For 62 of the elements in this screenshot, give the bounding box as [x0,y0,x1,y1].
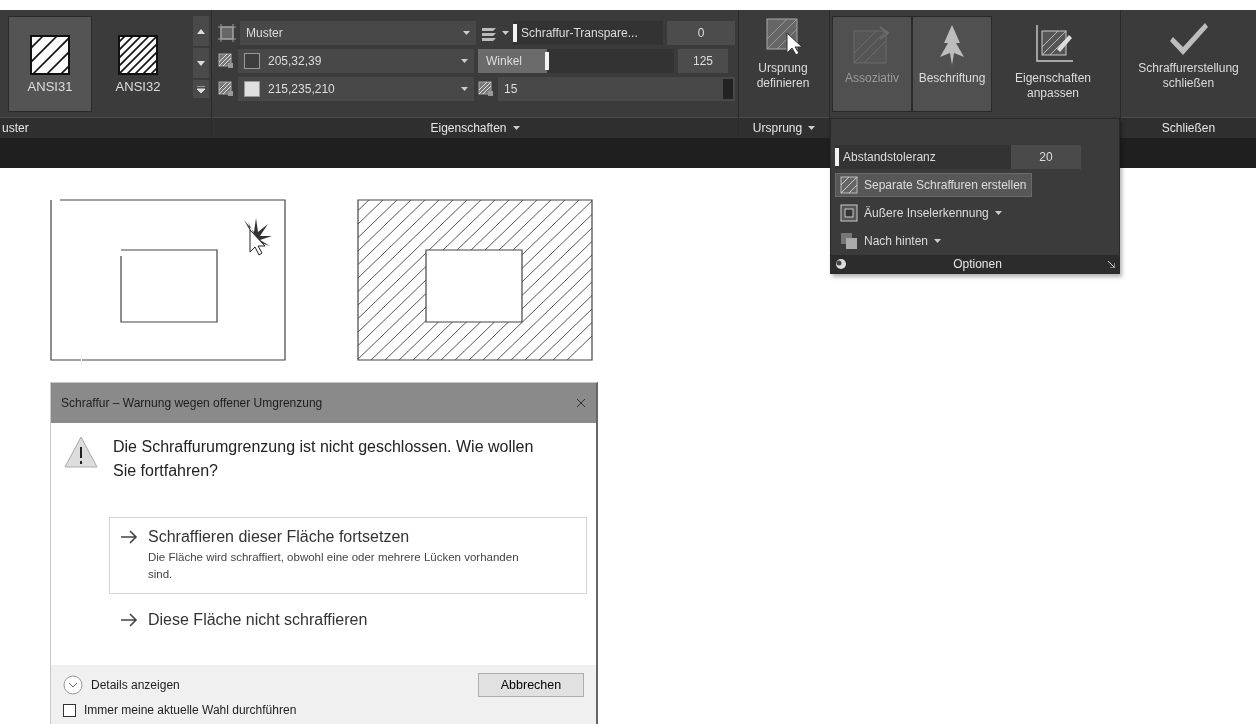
option-button[interactable]: Beschriftung [912,16,992,112]
caret-icon [808,126,816,130]
slider-field[interactable]: Schraffur-Transpare... [513,20,663,45]
pattern-button[interactable]: ANSI31 [8,16,92,112]
option-item[interactable]: Nach hinten [835,229,947,253]
pattern-color-dropdown[interactable]: 205,32,39 [238,48,474,73]
origin-hatch-icon [763,17,803,57]
expand-icon[interactable] [63,675,83,695]
slider-field[interactable]: Winkel [478,48,674,73]
scroll-down-button[interactable] [193,48,209,78]
dialog-title: Schraffur – Warnung wegen offener Umgrenzung [61,396,324,410]
expand-gallery-button[interactable] [193,80,209,98]
caret-icon [512,126,520,130]
hatch-pattern-icon [118,34,158,75]
down-arrow-icon [197,60,205,66]
pattern-color-icon [218,52,234,69]
details-toggle[interactable]: Details anzeigen [91,678,180,692]
set-origin-button[interactable]: Ursprung definieren [739,10,827,117]
transparency-value[interactable]: 0 [667,20,735,45]
caret-icon [502,30,509,35]
separate-hatch-icon [840,176,858,194]
angle-value[interactable]: 125 [678,48,728,73]
up-arrow-icon [197,28,205,34]
cancel-button[interactable]: Abbrechen [478,673,584,697]
caret-icon [463,30,470,35]
hatch-type-dropdown[interactable]: Muster [240,20,476,45]
command-link[interactable]: Schraffieren dieser Fläche fortsetzen Die Fläche wird schraffiert, obwohl eine oder mehrere Lücken vorhanden sind. [109,517,587,594]
option-button[interactable]: Eigenschaften anpassen [992,16,1114,112]
arrow-icon [120,528,138,546]
color-swatch [244,80,260,97]
panel-title: uster [2,121,29,135]
scale-icon [478,80,494,97]
caret-icon [994,211,1002,215]
island-detection-icon [840,204,858,222]
tolerance-value[interactable]: 20 [1011,145,1081,169]
warning-message: Die Schraffurumgrenzung ist nicht geschlossen. Wie wollen Sie fortfahren? [113,437,535,481]
caret-icon [934,239,942,243]
option-item[interactable]: Separate Schraffuren erstellen [835,173,1032,197]
caret-icon [461,58,468,63]
color-swatch [244,52,260,69]
panel-title: Schließen [1161,121,1216,135]
slider-field[interactable]: Abstandstoleranz [835,145,1011,169]
scroll-up-button[interactable] [193,16,209,46]
close-icon[interactable] [576,398,586,408]
hatch-pattern-icon [30,34,70,75]
caret-icon [461,86,468,91]
background-color-dropdown[interactable]: 215,235,210 [238,76,474,101]
close-hatch-button[interactable]: Schraffurerstellung schließen [1121,10,1256,117]
panel-title: Ursprung [752,121,803,135]
arrow-icon [120,611,138,629]
hatch-type-icon [218,23,236,42]
warning-icon [63,435,99,469]
checkbox-label[interactable]: Immer meine aktuelle Wahl durchführen [84,703,297,717]
panel-title: Eigenschaften [430,121,507,135]
scale-field[interactable]: 15 [498,76,735,101]
dialog-launcher-icon[interactable] [1108,260,1115,268]
draw-order-icon [840,232,858,250]
background-color-icon [218,80,234,97]
checkbox[interactable] [63,703,76,717]
expand-arrow-icon [197,85,205,93]
option-item[interactable]: Äußere Inselerkennung [835,201,1007,225]
panel-title: Optionen [952,257,1003,271]
